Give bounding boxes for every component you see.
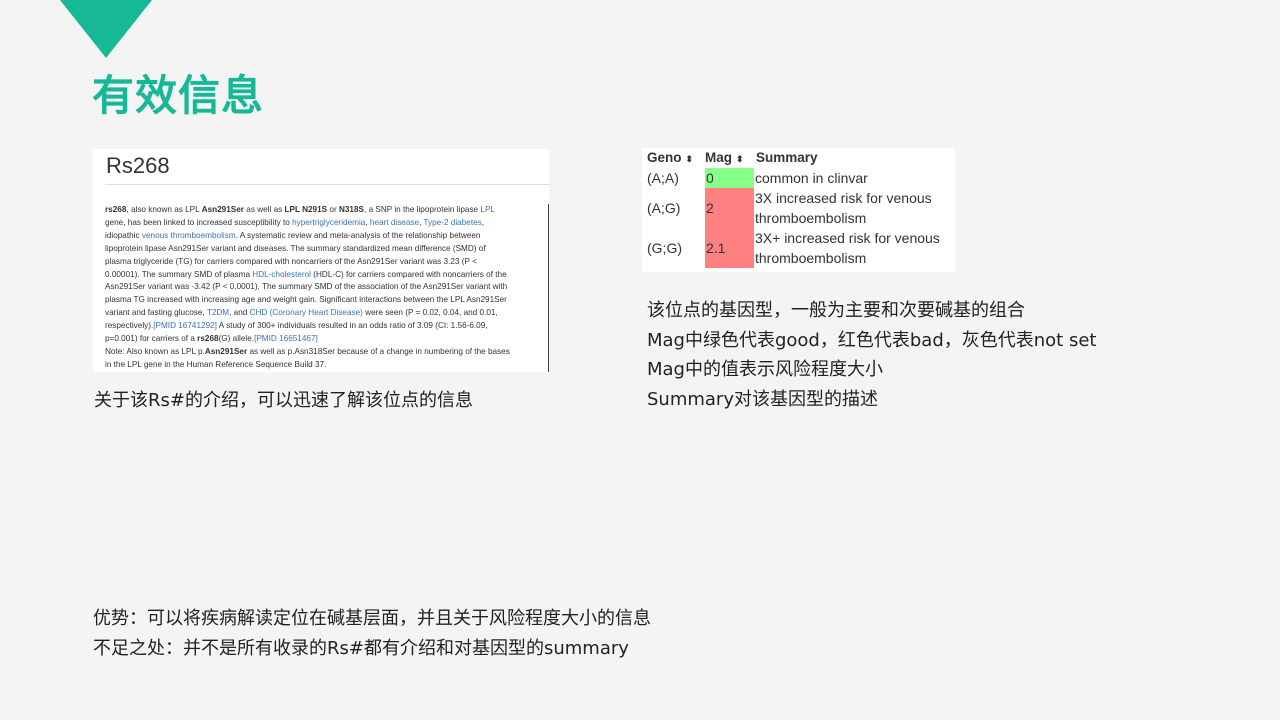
sort-icon: ⬍ <box>736 154 744 164</box>
advantage-note: 优势：可以将疾病解读定位在碱基层面，并且关于风险程度大小的信息 <box>93 608 651 629</box>
description-link[interactable]: T2DM <box>207 308 229 317</box>
description-text: were seen (P = 0.02, 0.04, and 0.01, <box>362 308 498 318</box>
description-text: respectively). <box>105 321 154 331</box>
summary-cell: 3X+ increased risk for venous thromboemb… <box>755 228 940 268</box>
summary-line: thromboembolism <box>755 210 867 226</box>
description-text: Asn291Ser variant was -3.42 (P < 0.0001)… <box>105 282 508 292</box>
decorative-triangle <box>60 0 152 58</box>
description-text: gene, has been linked to increased susce… <box>105 217 293 227</box>
summary-cell: common in clinvar <box>755 168 868 188</box>
description-line: in the LPL gene in the Human Reference S… <box>105 359 538 372</box>
description-link[interactable]: CHD (Coronary Heart Disease) <box>250 308 363 317</box>
column-header-geno[interactable]: Geno ⬍ <box>647 150 693 165</box>
description-line: lipoprotein lipase Asn291Ser variant and… <box>105 243 538 256</box>
description-text: or <box>327 205 339 214</box>
summary-line: common in clinvar <box>755 170 868 186</box>
description-text: 0.00001). The summary SMD of plasma <box>105 269 253 279</box>
description-text: p=0.001) for carriers of a <box>105 334 198 344</box>
explanation-line: Mag中绿色代表good，红色代表bad，灰色代表not set <box>647 329 1097 351</box>
limitation-note: 不足之处：并不是所有收录的Rs#都有介绍和对基因型的summary <box>93 637 629 659</box>
description-link[interactable]: LPL <box>480 205 495 214</box>
geno-cell: (G;G) <box>647 240 682 256</box>
description-line: p=0.001) for carriers of a rs268(G) alle… <box>105 333 538 346</box>
description-text: (G) allele. <box>218 334 255 344</box>
column-header-geno-label: Geno <box>647 150 682 165</box>
description-text: , also known as LPL <box>126 205 202 214</box>
slide-title: 有效信息 <box>92 71 265 120</box>
description-link[interactable]: [PMID 16741292] <box>153 321 217 330</box>
description-text: Asn291Ser <box>204 346 248 356</box>
description-text: (HDL-C) for carriers compared with nonca… <box>311 269 507 279</box>
mag-cell: 2 <box>706 200 714 216</box>
description-text: plasma triglyceride (TG) for carriers co… <box>105 256 477 266</box>
genotype-explanation: 该位点的基因型，一般为主要和次要碱基的组合 Mag中绿色代表good，红色代表b… <box>647 296 1096 414</box>
description-text: , a SNP in the lipoprotein lipase <box>364 205 481 214</box>
description-text: , <box>481 217 485 227</box>
snp-scroll-edge <box>548 204 549 372</box>
description-link[interactable]: heart disease <box>370 218 419 227</box>
description-line: plasma TG increased with increasing age … <box>105 294 538 307</box>
description-link[interactable]: HDL-cholesterol <box>252 270 311 279</box>
mag-cell: 0 <box>706 170 714 186</box>
description-line: Asn291Ser variant was -3.42 (P < 0.0001)… <box>105 281 538 294</box>
geno-cell: (A;G) <box>647 200 681 216</box>
description-line: respectively).[PMID 16741292] A study of… <box>105 320 538 333</box>
description-text: . A systematic review and meta-analysis … <box>235 230 481 240</box>
description-text: variant and fasting glucose, <box>105 308 207 318</box>
genotype-table: Geno ⬍ Mag ⬍ Summary (A;A) 0 common in cli… <box>642 148 955 272</box>
description-text: rs268 <box>197 334 219 344</box>
description-text: as well as <box>244 205 285 214</box>
summary-line: thromboembolism <box>755 250 867 266</box>
geno-cell: (A;A) <box>647 170 679 186</box>
explanation-line: Summary对该基因型的描述 <box>647 388 878 410</box>
description-text: Asn291Ser <box>201 205 244 214</box>
description-line: rs268, also known as LPL Asn291Ser as we… <box>105 204 538 217</box>
mag-cell: 2.1 <box>706 240 726 256</box>
snp-title: Rs268 <box>106 153 170 178</box>
sort-icon: ⬍ <box>685 154 694 164</box>
left-caption: 关于该Rs#的介绍，可以迅速了解该位点的信息 <box>94 390 473 411</box>
explanation-line: Mag中的值表示风险程度大小 <box>647 359 883 380</box>
snp-description: rs268, also known as LPL Asn291Ser as we… <box>105 204 538 372</box>
description-text: in the LPL gene in the Human Reference S… <box>105 359 327 369</box>
column-header-summary-label: Summary <box>756 150 818 165</box>
description-line: variant and fasting glucose, T2DM, and C… <box>105 307 538 320</box>
description-text: Note: Also known as LPL p. <box>105 346 205 356</box>
description-link[interactable]: Type-2 diabetes <box>423 218 481 227</box>
summary-cell: 3X increased risk for venous thromboembo… <box>755 188 932 228</box>
description-text: rs268 <box>105 205 127 214</box>
snp-title-divider <box>105 184 549 185</box>
description-text: as well as p.Asn318Ser because of a chan… <box>247 346 510 356</box>
snp-info-screenshot: Rs268 rs268, also known as LPL Asn291Ser… <box>93 149 549 372</box>
column-header-mag-label: Mag <box>705 150 732 165</box>
summary-line: 3X increased risk for venous <box>755 190 932 206</box>
bottom-notes: 优势：可以将疾病解读定位在碱基层面，并且关于风险程度大小的信息 不足之处：并不是… <box>93 604 651 663</box>
explanation-line: 该位点的基因型，一般为主要和次要碱基的组合 <box>647 300 1025 321</box>
column-header-summary[interactable]: Summary <box>756 150 818 165</box>
column-header-mag[interactable]: Mag ⬍ <box>705 150 744 165</box>
description-text: lipoprotein lipase Asn291Ser variant and… <box>105 243 486 253</box>
description-text: LPL N291S <box>284 205 328 214</box>
description-text: A study of 300+ individuals resulted in … <box>216 321 488 331</box>
description-line: plasma triglyceride (TG) for carriers co… <box>105 256 538 269</box>
description-link[interactable]: [PMID 16651467] <box>254 334 318 343</box>
description-text: , and <box>229 308 250 318</box>
description-link[interactable]: venous thromboembolism <box>142 231 236 240</box>
description-line: Note: Also known as LPL p.Asn291Ser as w… <box>105 346 538 359</box>
description-line: 0.00001). The summary SMD of plasma HDL-… <box>105 269 538 282</box>
description-link[interactable]: hypertriglyceridemia <box>292 218 365 227</box>
description-line: idiopathic venous thromboembolism. A sys… <box>105 230 538 243</box>
description-text: idiopathic <box>105 230 142 240</box>
summary-line: 3X+ increased risk for venous <box>755 230 940 246</box>
description-line: gene, has been linked to increased susce… <box>105 217 538 230</box>
description-text: plasma TG increased with increasing age … <box>105 295 507 305</box>
description-text: N318S <box>338 205 365 214</box>
